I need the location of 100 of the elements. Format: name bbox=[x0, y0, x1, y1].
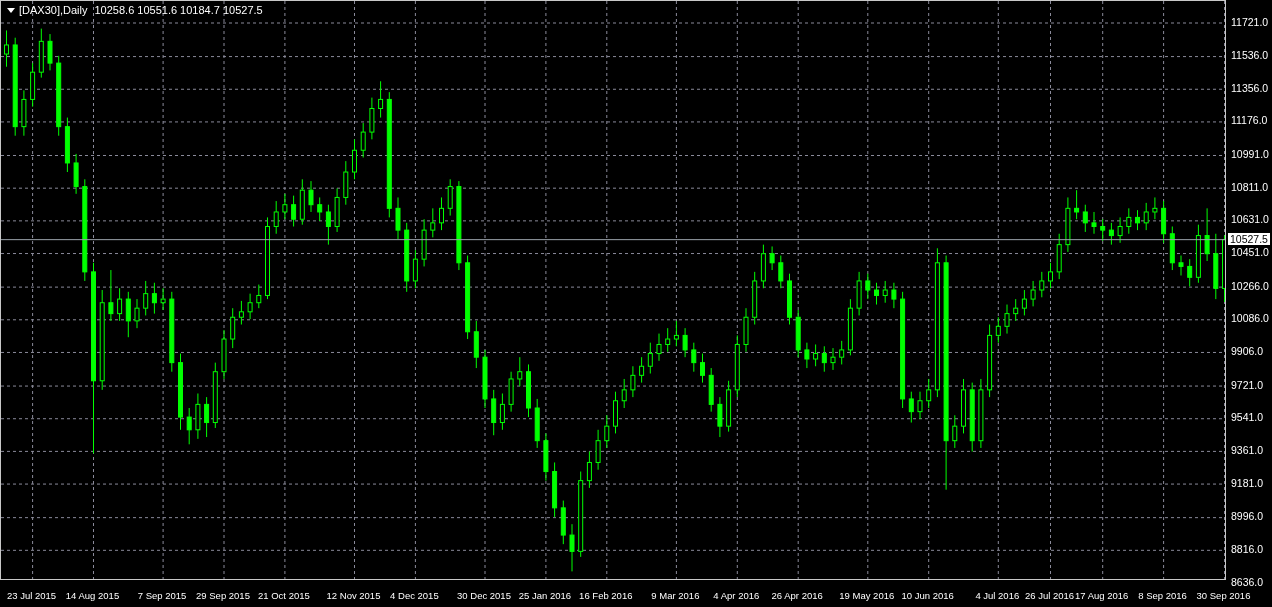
ohlc-values: 10258.6 10551.6 10184.7 10527.5 bbox=[94, 4, 263, 16]
candlestick bbox=[569, 523, 575, 572]
date-label: 10 Jun 2016 bbox=[901, 590, 954, 601]
candlestick bbox=[38, 28, 44, 79]
date-label: 14 Aug 2015 bbox=[65, 590, 120, 601]
candlestick bbox=[491, 389, 497, 436]
candlestick bbox=[334, 187, 340, 233]
candlestick bbox=[647, 342, 653, 374]
price-label: 11356.0 bbox=[1231, 82, 1269, 94]
candlestick bbox=[378, 80, 384, 119]
date-label: 9 Mar 2016 bbox=[651, 590, 700, 601]
candlestick bbox=[1021, 289, 1027, 316]
current-price-tag: 10527.5 bbox=[1228, 232, 1270, 245]
candlestick bbox=[1091, 211, 1097, 235]
candlestick bbox=[1178, 255, 1184, 276]
candlestick bbox=[682, 327, 688, 358]
candlestick bbox=[847, 298, 853, 356]
candlestick bbox=[256, 284, 262, 309]
candlestick bbox=[1100, 218, 1106, 242]
symbol-title: [DAX30],Daily bbox=[19, 4, 88, 16]
candlestick bbox=[1013, 298, 1019, 322]
candlestick bbox=[1048, 262, 1053, 289]
price-label: 11721.0 bbox=[1231, 16, 1269, 28]
candlestick bbox=[160, 287, 166, 311]
candlestick bbox=[1169, 226, 1175, 271]
candlestick bbox=[726, 380, 732, 433]
candlestick bbox=[560, 500, 566, 545]
date-label: 4 Jul 2016 bbox=[975, 590, 1020, 601]
candlestick bbox=[691, 342, 697, 373]
candlestick bbox=[673, 320, 679, 347]
candlestick bbox=[221, 329, 227, 380]
date-label: 26 Apr 2016 bbox=[771, 590, 823, 601]
candlestick bbox=[1195, 224, 1201, 284]
candlestick bbox=[360, 122, 366, 158]
candlestick bbox=[586, 451, 592, 489]
candlestick bbox=[430, 207, 436, 238]
dropdown-triangle-icon[interactable] bbox=[7, 7, 15, 13]
candlestick bbox=[1117, 216, 1123, 244]
candlestick bbox=[117, 287, 123, 322]
candlestick bbox=[212, 362, 218, 429]
candlestick bbox=[891, 282, 897, 309]
candlestick bbox=[1143, 202, 1149, 231]
candlestick bbox=[108, 269, 114, 322]
date-label: 8 Sep 2016 bbox=[1138, 590, 1187, 601]
price-label: 10991.0 bbox=[1231, 149, 1269, 160]
candlestick bbox=[186, 407, 192, 445]
candlestick bbox=[238, 300, 244, 325]
candlestick bbox=[865, 273, 871, 300]
candlestick bbox=[708, 367, 714, 413]
price-label: 9906.0 bbox=[1231, 345, 1264, 357]
candlestick bbox=[526, 363, 531, 418]
candlestick bbox=[404, 222, 410, 293]
candlestick bbox=[204, 396, 210, 438]
candlestick bbox=[125, 291, 131, 338]
candlestick bbox=[4, 29, 9, 68]
candlestick bbox=[995, 316, 1001, 344]
candlestick bbox=[473, 320, 479, 369]
date-label: 30 Dec 2015 bbox=[457, 590, 511, 601]
price-label: 11536.0 bbox=[1231, 50, 1269, 62]
candlestick bbox=[839, 340, 845, 365]
candlestick bbox=[856, 271, 862, 316]
candlestick bbox=[1126, 207, 1132, 235]
candlestick bbox=[369, 97, 375, 140]
candlestick bbox=[743, 307, 749, 353]
candlestick bbox=[30, 62, 36, 108]
date-label: 19 May 2016 bbox=[839, 590, 895, 601]
date-label: 17 Aug 2016 bbox=[1075, 590, 1129, 601]
candlestick bbox=[760, 244, 766, 289]
candlestick bbox=[613, 391, 618, 434]
candlestick bbox=[552, 461, 558, 518]
candlestick bbox=[665, 327, 671, 353]
candlestick bbox=[795, 309, 801, 358]
price-label: 9361.0 bbox=[1231, 444, 1264, 456]
candlestick bbox=[1074, 189, 1080, 220]
candlestick bbox=[325, 204, 331, 246]
candlestick bbox=[952, 414, 958, 449]
candlestick bbox=[769, 245, 775, 271]
candlestick bbox=[21, 89, 27, 137]
candlestick bbox=[421, 218, 427, 267]
candlestick bbox=[778, 255, 784, 289]
price-label: 10266.0 bbox=[1231, 280, 1269, 292]
candlestick bbox=[717, 396, 723, 438]
candlestick bbox=[1065, 196, 1071, 253]
candlestick bbox=[908, 391, 914, 424]
candlestick bbox=[1039, 271, 1045, 298]
candlestick bbox=[1108, 222, 1114, 246]
candlestick bbox=[830, 347, 836, 371]
candlestick bbox=[230, 307, 236, 349]
candlestick bbox=[821, 345, 827, 373]
date-label: 30 Sep 2016 bbox=[1196, 590, 1251, 601]
price-label: 8996.0 bbox=[1231, 511, 1264, 523]
candlestick bbox=[151, 282, 157, 315]
candlestick bbox=[595, 429, 601, 471]
date-label: 26 Jul 2016 bbox=[1024, 590, 1075, 601]
candlestick bbox=[734, 334, 740, 398]
candlestick bbox=[447, 178, 453, 217]
candlestick bbox=[282, 193, 288, 220]
candlestick bbox=[874, 282, 879, 306]
candlestick bbox=[1187, 258, 1193, 287]
price-label: 8816.0 bbox=[1231, 543, 1264, 555]
